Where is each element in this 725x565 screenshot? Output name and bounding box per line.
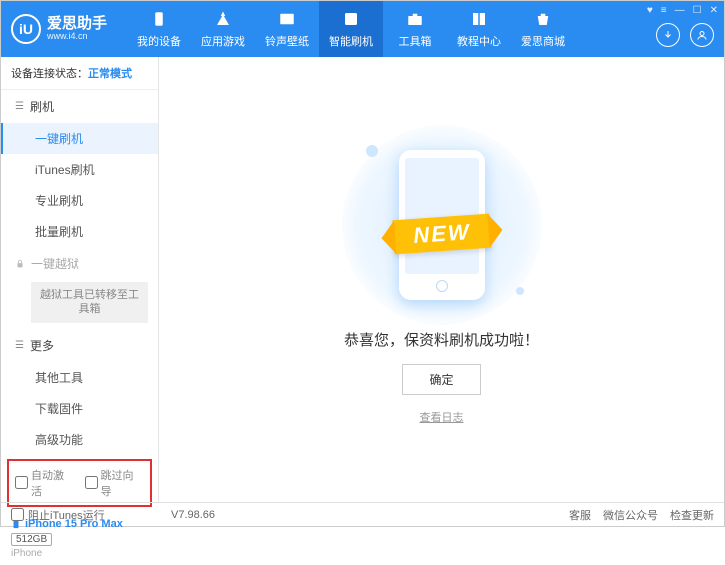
- sidebar-item-batch[interactable]: 批量刷机: [1, 216, 158, 247]
- success-message: 恭喜您，保资料刷机成功啦！: [344, 329, 539, 350]
- app-name: 爱思助手: [47, 16, 107, 33]
- sidebar-item-advanced[interactable]: 高级功能: [1, 424, 158, 455]
- nav-tutorial[interactable]: 教程中心: [447, 1, 511, 57]
- apps-icon: [213, 9, 233, 29]
- app-url: www.i4.cn: [47, 32, 107, 42]
- caret-icon: ☰: [15, 101, 24, 112]
- auto-activate-checkbox[interactable]: 自动激活: [15, 467, 75, 499]
- nav-flash[interactable]: 智能刷机: [319, 1, 383, 57]
- ok-button[interactable]: 确定: [402, 364, 480, 395]
- device-brand: iPhone: [11, 548, 148, 559]
- user-button[interactable]: [690, 23, 714, 47]
- skin-icon[interactable]: ♥: [647, 5, 653, 16]
- connection-status: 设备连接状态：正常模式: [1, 57, 158, 90]
- nav-toolbox[interactable]: 工具箱: [383, 1, 447, 57]
- toolbox-icon: [405, 9, 425, 29]
- top-nav: 我的设备 应用游戏 铃声壁纸 智能刷机 工具箱 教程中心 爱思商城: [127, 1, 575, 57]
- image-icon: [277, 9, 297, 29]
- caret-icon: ☰: [15, 340, 24, 351]
- nav-ringtone[interactable]: 铃声壁纸: [255, 1, 319, 57]
- jailbreak-note: 越狱工具已转移至工具箱: [31, 282, 148, 323]
- header-actions: [656, 23, 714, 47]
- footer-update[interactable]: 检查更新: [670, 507, 714, 523]
- menu-icon[interactable]: ≡: [661, 5, 667, 16]
- skip-guide-checkbox[interactable]: 跳过向导: [85, 467, 145, 499]
- sidebar: 设备连接状态：正常模式 ☰ 刷机 一键刷机 iTunes刷机 专业刷机 批量刷机…: [1, 57, 159, 502]
- view-log-link[interactable]: 查看日志: [420, 409, 464, 425]
- nav-store[interactable]: 爱思商城: [511, 1, 575, 57]
- section-flash[interactable]: ☰ 刷机: [1, 90, 158, 123]
- section-jailbreak: 一键越狱: [1, 247, 158, 280]
- block-itunes-checkbox[interactable]: 阻止iTunes运行: [11, 507, 105, 523]
- sidebar-item-other[interactable]: 其他工具: [1, 362, 158, 393]
- book-icon: [469, 9, 489, 29]
- section-more[interactable]: ☰ 更多: [1, 329, 158, 362]
- logo: iU 爱思助手 www.i4.cn: [11, 14, 107, 44]
- sidebar-item-pro[interactable]: 专业刷机: [1, 185, 158, 216]
- close-icon[interactable]: ✕: [710, 5, 718, 16]
- download-button[interactable]: [656, 23, 680, 47]
- minimize-icon[interactable]: —: [675, 5, 685, 16]
- sidebar-item-download[interactable]: 下载固件: [1, 393, 158, 424]
- main-content: NEW 恭喜您，保资料刷机成功啦！ 确定 查看日志: [159, 57, 724, 502]
- footer-support[interactable]: 客服: [569, 507, 591, 523]
- sidebar-item-itunes[interactable]: iTunes刷机: [1, 154, 158, 185]
- flash-icon: [341, 9, 361, 29]
- sidebar-item-oneclick[interactable]: 一键刷机: [1, 123, 158, 154]
- maximize-icon[interactable]: ☐: [693, 5, 702, 16]
- logo-icon: iU: [11, 14, 41, 44]
- footer: 阻止iTunes运行 V7.98.66 客服 微信公众号 检查更新: [1, 502, 724, 526]
- lock-icon: [15, 259, 25, 269]
- success-illustration: NEW: [332, 135, 552, 315]
- version-label: V7.98.66: [171, 509, 215, 521]
- footer-wechat[interactable]: 微信公众号: [603, 507, 658, 523]
- options-row: 自动激活 跳过向导: [7, 459, 152, 507]
- device-capacity: 512GB: [11, 533, 52, 546]
- store-icon: [533, 9, 553, 29]
- nav-apps[interactable]: 应用游戏: [191, 1, 255, 57]
- nav-my-device[interactable]: 我的设备: [127, 1, 191, 57]
- device-icon: [149, 9, 169, 29]
- window-controls: ♥ ≡ — ☐ ✕: [647, 5, 718, 16]
- new-ribbon: NEW: [392, 213, 491, 254]
- app-header: iU 爱思助手 www.i4.cn 我的设备 应用游戏 铃声壁纸 智能刷机 工具…: [1, 1, 724, 57]
